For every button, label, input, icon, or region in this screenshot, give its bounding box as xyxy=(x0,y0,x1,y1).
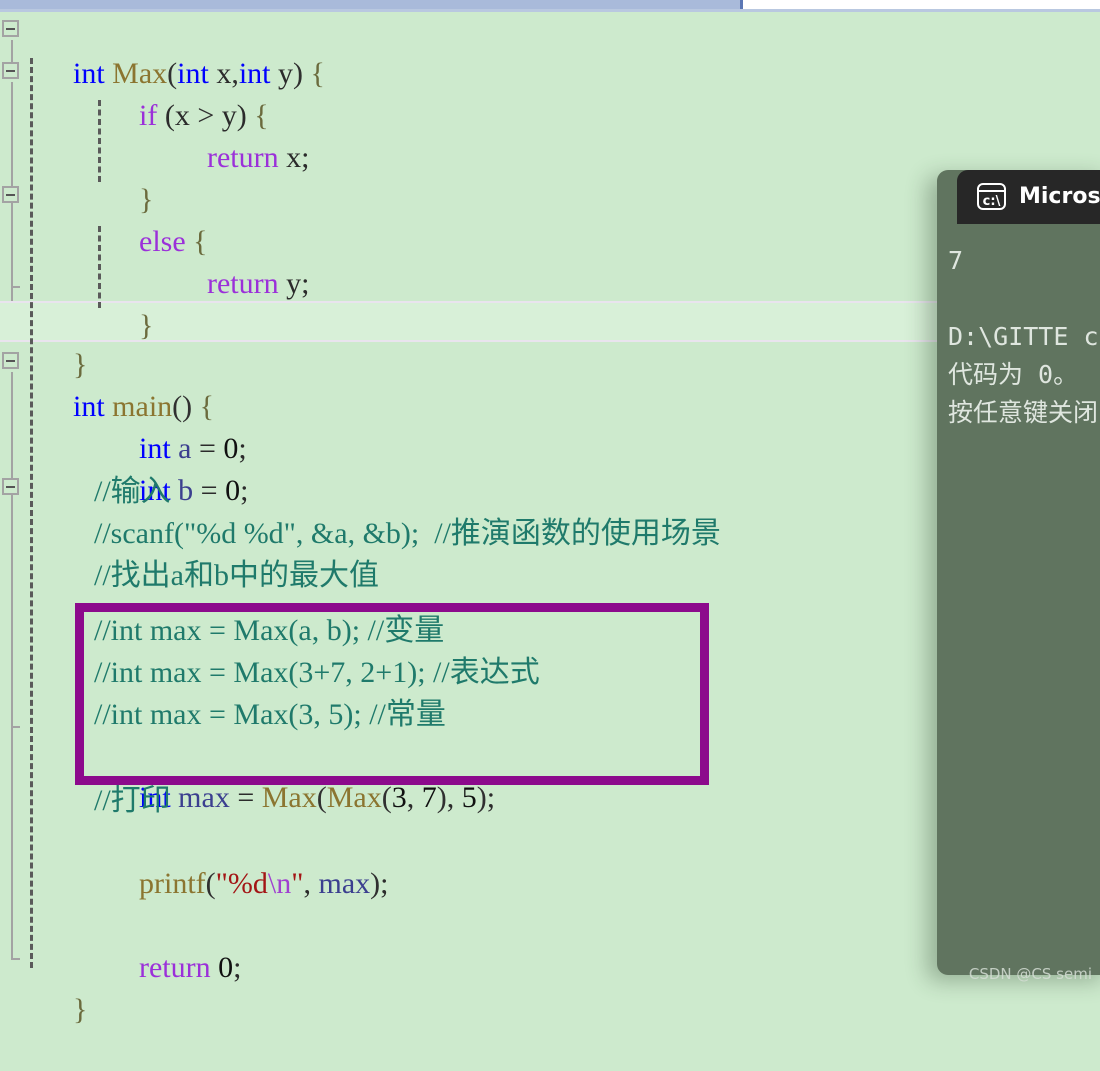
token-text: = xyxy=(229,781,262,814)
token-keyword-if: if xyxy=(139,99,158,132)
fold-toggle-line-1[interactable] xyxy=(2,20,19,37)
token-text: ; xyxy=(233,951,242,984)
token-function: Max xyxy=(261,781,317,814)
console-output-line: D:\GITTE ch xyxy=(948,322,1100,351)
token-text: , xyxy=(303,867,319,900)
token-text: , xyxy=(446,781,462,814)
code-line[interactable]: } xyxy=(94,264,153,342)
code-line-comment[interactable]: //int max = Max(a, b); //变量 xyxy=(94,610,444,651)
token-function-printf: printf xyxy=(139,867,206,900)
token-keyword-return: return xyxy=(139,951,211,984)
code-line[interactable]: int main() { xyxy=(28,345,214,423)
token-number: 5 xyxy=(461,781,477,814)
token-punct: ) xyxy=(293,57,311,90)
code-line-comment[interactable]: //int max = Max(3+7, 2+1); //表达式 xyxy=(94,652,540,693)
token-punct: ( xyxy=(316,781,327,814)
code-line-comment[interactable]: //输入 xyxy=(94,471,171,512)
indent-guide xyxy=(30,58,33,968)
code-line[interactable]: int max = Max(Max(3, 7), 5); xyxy=(94,736,495,814)
code-line[interactable]: return y; xyxy=(162,222,309,300)
token-text: ; xyxy=(486,781,496,814)
code-editor[interactable]: int Max(int x,int y) { if (x > y) { retu… xyxy=(0,12,1100,1026)
command-prompt-icon: c:\ xyxy=(977,183,1006,210)
code-line[interactable]: int a = 0; xyxy=(94,387,247,465)
token-number: 3 xyxy=(391,781,407,814)
console-window[interactable]: c:\ Microsoft V 7 D:\GITTE ch 代码为 0。 按任意… xyxy=(937,170,1100,975)
token-ident: b xyxy=(170,474,194,507)
token-text: x; xyxy=(278,141,310,174)
code-line-comment[interactable]: //打印 xyxy=(94,780,171,821)
code-line[interactable]: } xyxy=(94,138,153,216)
token-keyword-return: return xyxy=(207,267,279,300)
token-function: Max xyxy=(326,781,382,814)
token-text: , xyxy=(406,781,422,814)
token-text: ; xyxy=(380,867,389,900)
code-line[interactable]: } xyxy=(28,303,87,381)
token-punct: ( xyxy=(381,781,392,814)
fold-toggle-line-2[interactable] xyxy=(2,62,19,79)
fold-toggle-line-10[interactable] xyxy=(2,352,19,369)
token-brace: } xyxy=(139,309,154,342)
token-brace: { xyxy=(310,57,325,90)
code-line[interactable]: printf("%d\n", max); xyxy=(94,822,389,900)
console-title: Microsoft V xyxy=(1019,184,1100,209)
horizontal-scrollbar[interactable] xyxy=(0,0,1100,9)
token-ident: max xyxy=(318,867,371,900)
code-line[interactable]: return x; xyxy=(162,96,309,174)
token-text: = xyxy=(193,474,226,507)
scrollbar-track[interactable] xyxy=(743,0,1100,9)
fold-connector xyxy=(11,206,13,316)
console-output-line: 按任意键关闭 xyxy=(948,398,1099,427)
console-output-line: 7 xyxy=(948,246,964,275)
token-ident: max xyxy=(170,781,230,814)
token-escape: \n xyxy=(267,867,292,900)
outlining-gutter[interactable] xyxy=(0,12,24,989)
fold-toggle-line-13[interactable] xyxy=(2,478,19,495)
token-punct: ) xyxy=(476,781,487,814)
token-number: 0 xyxy=(218,951,234,984)
token-punct: ) xyxy=(370,867,381,900)
console-output: 7 D:\GITTE ch 代码为 0。 按任意键关闭 xyxy=(937,224,1100,975)
token-ident: y xyxy=(270,57,294,90)
token-number: 0 xyxy=(225,474,241,507)
code-line[interactable]: } xyxy=(28,948,87,1026)
fold-connector xyxy=(11,372,13,960)
code-line-comment[interactable]: //scanf("%d %d", &a, &b); //推演函数的使用场景 xyxy=(94,513,721,554)
token-string: "%d xyxy=(215,867,268,900)
token-text: y; xyxy=(278,267,310,300)
watermark: CSDN @CS semi xyxy=(968,965,1092,983)
token-string: " xyxy=(291,867,304,900)
code-line-comment[interactable]: //找出a和b中的最大值 xyxy=(94,555,379,596)
scrollbar-thumb[interactable] xyxy=(0,0,743,9)
console-output-line: 代码为 0。 xyxy=(948,360,1079,389)
console-titlebar[interactable]: c:\ Microsoft V xyxy=(957,170,1100,224)
code-line[interactable]: else { xyxy=(94,180,208,258)
token-keyword-return: return xyxy=(207,141,279,174)
token-number: 7 xyxy=(421,781,437,814)
token-punct: ( xyxy=(205,867,216,900)
code-line[interactable]: if (x > y) { xyxy=(94,54,269,132)
code-line[interactable]: int b = 0; xyxy=(94,429,248,507)
fold-toggle-line-5[interactable] xyxy=(2,186,19,203)
console-output-line-blank xyxy=(948,280,1100,318)
code-line[interactable]: int Max(int x,int y) { xyxy=(28,12,325,90)
code-line[interactable]: return 0; xyxy=(94,906,241,984)
token-brace: } xyxy=(73,993,88,1026)
token-punct: ) xyxy=(436,781,447,814)
command-prompt-icon-text: c:\ xyxy=(982,194,1001,209)
token-text: ; xyxy=(240,474,249,507)
fold-connector-foot xyxy=(11,958,20,960)
code-line-comment[interactable]: //int max = Max(3, 5); //常量 xyxy=(94,694,446,735)
